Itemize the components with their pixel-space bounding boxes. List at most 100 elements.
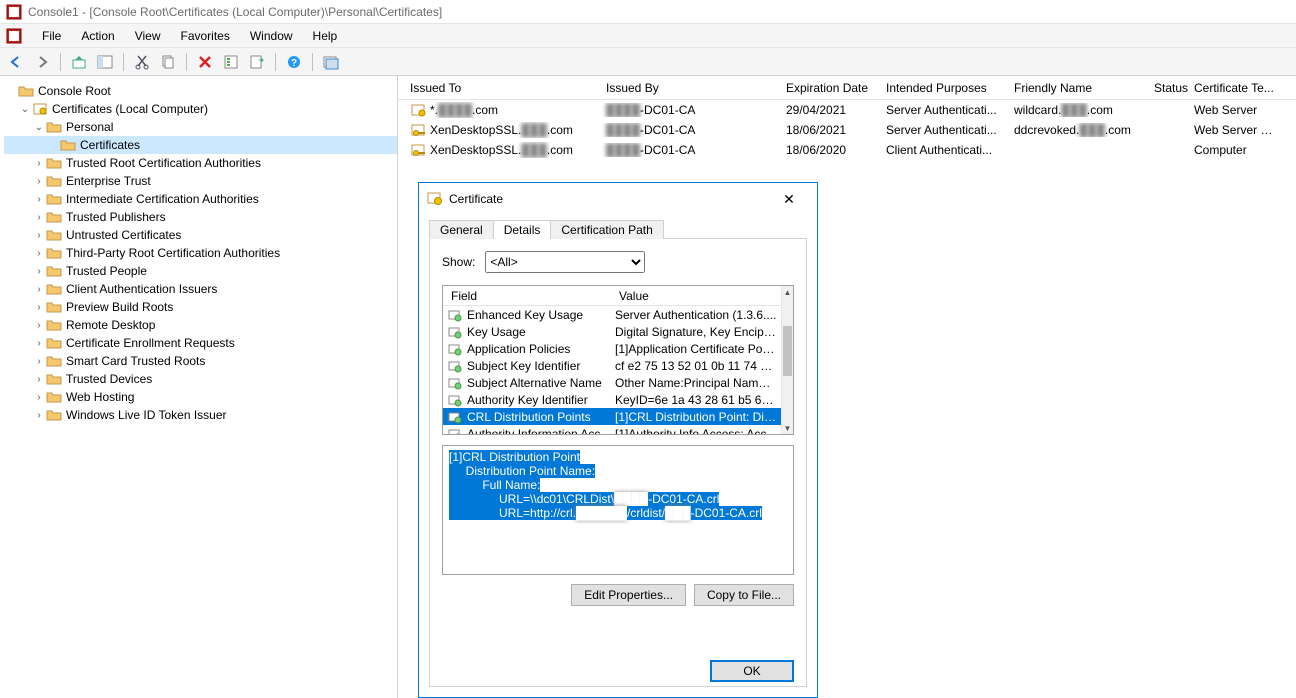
menu-view[interactable]: View [125, 27, 171, 45]
help-button[interactable]: ? [282, 51, 306, 73]
tree-folder-label[interactable]: Trusted Devices [66, 372, 152, 386]
forward-button[interactable] [30, 51, 54, 73]
tab-details[interactable]: Details [493, 220, 552, 239]
folder-icon [46, 191, 62, 207]
delete-button[interactable] [193, 51, 217, 73]
tree-folder-label[interactable]: Preview Build Roots [66, 300, 173, 314]
tree-folder-label[interactable]: Client Authentication Issuers [66, 282, 217, 296]
tab-strip: General Details Certification Path [429, 217, 807, 239]
certificate-row[interactable]: *.████.com████-DC01-CA29/04/2021Server A… [398, 100, 1296, 120]
extension-icon [447, 324, 463, 340]
tree-folder-label[interactable]: Intermediate Certification Authorities [66, 192, 259, 206]
expander-icon[interactable]: › [32, 302, 46, 313]
field-row[interactable]: Application Policies[1]Application Certi… [443, 340, 781, 357]
folder-icon [46, 353, 62, 369]
copy-to-file-button[interactable]: Copy to File... [694, 584, 794, 606]
scroll-down-icon[interactable]: ▼ [782, 422, 793, 434]
expander-icon[interactable]: › [32, 176, 46, 187]
tree-certificates[interactable]: Certificates [80, 138, 140, 152]
expander-icon[interactable]: › [32, 266, 46, 277]
expander-icon[interactable]: › [32, 410, 46, 421]
field-row[interactable]: Authority Information Access[1]Authority… [443, 425, 781, 434]
col-header-issued-to[interactable]: Issued To [398, 81, 598, 95]
tree-folder-label[interactable]: Windows Live ID Token Issuer [66, 408, 227, 422]
expander-icon[interactable]: › [32, 356, 46, 367]
tree-folder-label[interactable]: Trusted People [66, 264, 147, 278]
col-header-issued-by[interactable]: Issued By [598, 81, 778, 95]
dialog-title: Certificate [449, 192, 503, 206]
expander-icon[interactable]: › [32, 230, 46, 241]
expander-icon[interactable]: › [32, 374, 46, 385]
tree-folder-label[interactable]: Trusted Root Certification Authorities [66, 156, 261, 170]
col-header-expiration[interactable]: Expiration Date [778, 81, 878, 95]
tree-folder-label[interactable]: Untrusted Certificates [66, 228, 181, 242]
certificate-row[interactable]: XenDesktopSSL.███.com████-DC01-CA18/06/2… [398, 120, 1296, 140]
fields-col-field[interactable]: Field [443, 289, 611, 303]
cut-button[interactable] [130, 51, 154, 73]
properties-button[interactable] [219, 51, 243, 73]
back-button[interactable] [4, 51, 28, 73]
expander-icon[interactable]: › [32, 158, 46, 169]
tree-pane[interactable]: Console Root ⌄ Certificates (Local Compu… [0, 76, 398, 698]
up-button[interactable] [67, 51, 91, 73]
extension-icon [447, 392, 463, 408]
tree-folder-label[interactable]: Third-Party Root Certification Authoriti… [66, 246, 280, 260]
field-row[interactable]: CRL Distribution Points[1]CRL Distributi… [443, 408, 781, 425]
expander-icon[interactable]: › [32, 338, 46, 349]
field-detail-textbox[interactable]: [1]CRL Distribution Point Distribution P… [442, 445, 794, 575]
show-select[interactable]: <All> [485, 251, 645, 273]
expander-icon[interactable]: ⌄ [18, 104, 32, 115]
scroll-thumb[interactable] [783, 326, 792, 376]
ok-button[interactable]: OK [710, 660, 794, 682]
fields-col-value[interactable]: Value [611, 289, 793, 303]
copy-button[interactable] [156, 51, 180, 73]
folder-icon [46, 317, 62, 333]
expander-icon[interactable]: › [32, 212, 46, 223]
col-header-template[interactable]: Certificate Te... [1186, 81, 1286, 95]
menu-file[interactable]: File [32, 27, 71, 45]
expander-icon[interactable]: ⌄ [32, 122, 46, 133]
tree-folder-label[interactable]: Certificate Enrollment Requests [66, 336, 235, 350]
fields-listview[interactable]: Field Value Enhanced Key UsageServer Aut… [442, 285, 794, 435]
tree-root[interactable]: Console Root [38, 84, 111, 98]
tree-personal[interactable]: Personal [66, 120, 113, 134]
export-list-button[interactable] [245, 51, 269, 73]
folder-icon [46, 119, 62, 135]
col-header-friendly[interactable]: Friendly Name [1006, 81, 1146, 95]
menu-help[interactable]: Help [303, 27, 348, 45]
expander-icon[interactable]: › [32, 284, 46, 295]
dialog-title-bar[interactable]: Certificate ✕ [419, 183, 817, 215]
tree-folder-label[interactable]: Remote Desktop [66, 318, 155, 332]
certificate-row[interactable]: XenDesktopSSL.███.com████-DC01-CA18/06/2… [398, 140, 1296, 160]
tab-general[interactable]: General [429, 220, 494, 239]
menu-favorites[interactable]: Favorites [171, 27, 240, 45]
tree-folder-label[interactable]: Smart Card Trusted Roots [66, 354, 205, 368]
folder-icon [46, 209, 62, 225]
field-row[interactable]: Subject Key Identifiercf e2 75 13 52 01 … [443, 357, 781, 374]
expander-icon[interactable]: › [32, 392, 46, 403]
menu-window[interactable]: Window [240, 27, 303, 45]
show-label: Show: [442, 255, 475, 269]
field-row[interactable]: Key UsageDigital Signature, Key Encipher… [443, 323, 781, 340]
show-hide-tree-button[interactable] [93, 51, 117, 73]
scroll-up-icon[interactable]: ▲ [782, 286, 793, 298]
new-window-button[interactable] [319, 51, 343, 73]
col-header-purpose[interactable]: Intended Purposes [878, 81, 1006, 95]
expander-icon[interactable]: › [32, 248, 46, 259]
expander-icon[interactable]: › [32, 320, 46, 331]
field-row[interactable]: Subject Alternative NameOther Name:Princ… [443, 374, 781, 391]
tree-folder-label[interactable]: Enterprise Trust [66, 174, 151, 188]
tree-folder-label[interactable]: Web Hosting [66, 390, 134, 404]
edit-properties-button[interactable]: Edit Properties... [571, 584, 686, 606]
col-header-status[interactable]: Status [1146, 81, 1186, 95]
fields-scrollbar[interactable]: ▲ ▼ [781, 286, 793, 434]
field-row[interactable]: Enhanced Key UsageServer Authentication … [443, 306, 781, 323]
tree-folder-label[interactable]: Trusted Publishers [66, 210, 166, 224]
tab-certification-path[interactable]: Certification Path [550, 220, 663, 239]
folder-icon [46, 335, 62, 351]
menu-action[interactable]: Action [71, 27, 124, 45]
field-row[interactable]: Authority Key IdentifierKeyID=6e 1a 43 2… [443, 391, 781, 408]
tree-certificates-local[interactable]: Certificates (Local Computer) [52, 102, 208, 116]
close-button[interactable]: ✕ [769, 185, 809, 213]
expander-icon[interactable]: › [32, 194, 46, 205]
